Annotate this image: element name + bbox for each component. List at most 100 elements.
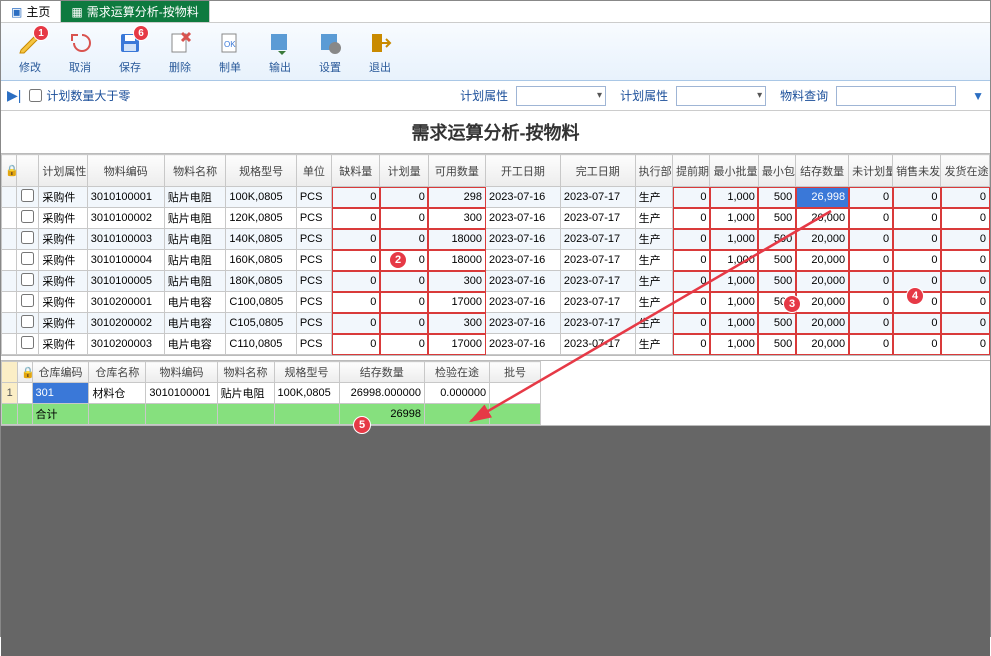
cell[interactable]: 生产 xyxy=(635,292,672,313)
cell[interactable] xyxy=(2,334,17,355)
cell[interactable]: 3010200003 xyxy=(87,334,164,355)
cell[interactable]: 0 xyxy=(380,313,428,334)
cell[interactable]: 生产 xyxy=(635,334,672,355)
column-header[interactable]: 结存数量 xyxy=(796,155,849,187)
cell[interactable]: 3010100001 xyxy=(146,383,217,404)
cell[interactable]: 500 xyxy=(758,271,795,292)
detail-grid[interactable]: 🔒仓库编码仓库名称物料编码物料名称规格型号结存数量检验在途批号 1301材料仓3… xyxy=(1,361,541,425)
cell[interactable]: 3010200002 xyxy=(87,313,164,334)
cell[interactable]: 采购件 xyxy=(39,292,87,313)
cell[interactable] xyxy=(2,208,17,229)
column-header[interactable]: 规格型号 xyxy=(226,155,296,187)
column-header[interactable]: 计划量 xyxy=(380,155,428,187)
row-checkbox[interactable] xyxy=(21,294,34,307)
row-checkbox[interactable] xyxy=(21,315,34,328)
cell[interactable]: 3010100004 xyxy=(87,250,164,271)
table-row[interactable]: 采购件3010100001贴片电阻100K,0805PCS002982023-0… xyxy=(2,187,990,208)
cell[interactable]: 2023-07-17 xyxy=(560,187,635,208)
funnel-icon[interactable]: ▼ xyxy=(972,89,984,103)
cell[interactable]: 贴片电阻 xyxy=(164,271,226,292)
cell[interactable]: 0 xyxy=(893,187,941,208)
cell[interactable]: 0 xyxy=(941,208,990,229)
cell[interactable]: 贴片电阻 xyxy=(164,250,226,271)
cell[interactable]: 500 xyxy=(758,229,795,250)
cell[interactable]: 0 xyxy=(941,229,990,250)
cell[interactable]: 20,000 xyxy=(796,208,849,229)
cell[interactable]: 0 xyxy=(673,187,710,208)
cell[interactable]: 120K,0805 xyxy=(226,208,296,229)
cell[interactable]: 电片电容 xyxy=(164,292,226,313)
cell[interactable]: 500 xyxy=(758,313,795,334)
expand-icon[interactable]: ▶| xyxy=(7,87,21,104)
cell[interactable]: 0 xyxy=(849,313,893,334)
plan-gt-zero-check[interactable]: 计划数量大于零 xyxy=(29,87,130,104)
cell[interactable]: 0 xyxy=(893,250,941,271)
cell[interactable] xyxy=(2,313,17,334)
tab-current[interactable]: ▦ 需求运算分析-按物料 xyxy=(61,1,209,22)
cell[interactable]: 18000 xyxy=(428,250,485,271)
column-header[interactable]: 检验在途 xyxy=(425,362,490,383)
cell[interactable]: 301 xyxy=(32,383,89,404)
cell[interactable]: 生产 xyxy=(635,313,672,334)
row-checkbox[interactable] xyxy=(21,210,34,223)
export-button[interactable]: 输出 xyxy=(255,25,305,79)
cell[interactable] xyxy=(18,383,32,404)
cell[interactable]: PCS xyxy=(296,292,331,313)
cell[interactable]: 电片电容 xyxy=(164,313,226,334)
column-header[interactable]: 最小批量 xyxy=(710,155,758,187)
cell[interactable]: 0 xyxy=(380,334,428,355)
cell[interactable] xyxy=(2,250,17,271)
cell[interactable]: 180K,0805 xyxy=(226,271,296,292)
cell[interactable]: 500 xyxy=(758,208,795,229)
cell[interactable]: 采购件 xyxy=(39,250,87,271)
cell[interactable]: 0 xyxy=(849,187,893,208)
column-header[interactable]: 物料名称 xyxy=(217,362,274,383)
cell[interactable]: 2023-07-17 xyxy=(560,313,635,334)
column-header[interactable]: 物料编码 xyxy=(87,155,164,187)
cell[interactable]: 生产 xyxy=(635,187,672,208)
cell[interactable]: 生产 xyxy=(635,208,672,229)
cell[interactable]: 20,000 xyxy=(796,313,849,334)
table-row[interactable]: 采购件3010100005贴片电阻180K,0805PCS003002023-0… xyxy=(2,271,990,292)
column-header[interactable]: 执行部门 xyxy=(635,155,672,187)
cell[interactable]: 0 xyxy=(849,208,893,229)
cell[interactable]: 1,000 xyxy=(710,208,758,229)
save-button[interactable]: 保存 6 xyxy=(105,25,155,79)
cell[interactable]: 0 xyxy=(332,208,380,229)
cell[interactable]: 1,000 xyxy=(710,229,758,250)
cell[interactable]: 20,000 xyxy=(796,334,849,355)
cell[interactable]: 0 xyxy=(673,313,710,334)
column-header[interactable]: 🔒 xyxy=(18,362,32,383)
cell[interactable]: 0 xyxy=(941,292,990,313)
cell[interactable]: 500 xyxy=(758,334,795,355)
column-header[interactable]: 单位 xyxy=(296,155,331,187)
column-header[interactable]: 开工日期 xyxy=(486,155,561,187)
cell[interactable]: 1 xyxy=(2,383,18,404)
column-header[interactable]: 缺料量 xyxy=(332,155,380,187)
cell[interactable]: 1,000 xyxy=(710,271,758,292)
main-grid[interactable]: 🔒计划属性物料编码物料名称规格型号单位缺料量计划量可用数量开工日期完工日期执行部… xyxy=(1,154,990,355)
cell[interactable]: 3010100002 xyxy=(87,208,164,229)
column-header[interactable]: 可用数量 xyxy=(428,155,485,187)
cell[interactable]: 140K,0805 xyxy=(226,229,296,250)
cell[interactable]: 2023-07-17 xyxy=(560,292,635,313)
cell[interactable] xyxy=(17,187,39,208)
plan-attr2-combo[interactable] xyxy=(676,86,766,106)
cell[interactable]: 2023-07-16 xyxy=(486,208,561,229)
column-header[interactable]: 物料名称 xyxy=(164,155,226,187)
cell[interactable]: 0 xyxy=(849,250,893,271)
cell[interactable] xyxy=(2,292,17,313)
table-row[interactable]: 采购件3010100002贴片电阻120K,0805PCS003002023-0… xyxy=(2,208,990,229)
cell[interactable]: 0 xyxy=(332,292,380,313)
cell[interactable]: 0 xyxy=(673,334,710,355)
cell[interactable] xyxy=(17,292,39,313)
column-header[interactable]: 结存数量 xyxy=(339,362,424,383)
cell[interactable]: 0 xyxy=(673,229,710,250)
material-search-input[interactable] xyxy=(836,86,956,106)
cell[interactable]: 贴片电阻 xyxy=(164,187,226,208)
cell[interactable]: 0 xyxy=(380,292,428,313)
cell[interactable]: 3010100001 xyxy=(87,187,164,208)
cell[interactable]: 0 xyxy=(893,229,941,250)
cell[interactable]: 1,000 xyxy=(710,250,758,271)
exit-button[interactable]: 退出 xyxy=(355,25,405,79)
